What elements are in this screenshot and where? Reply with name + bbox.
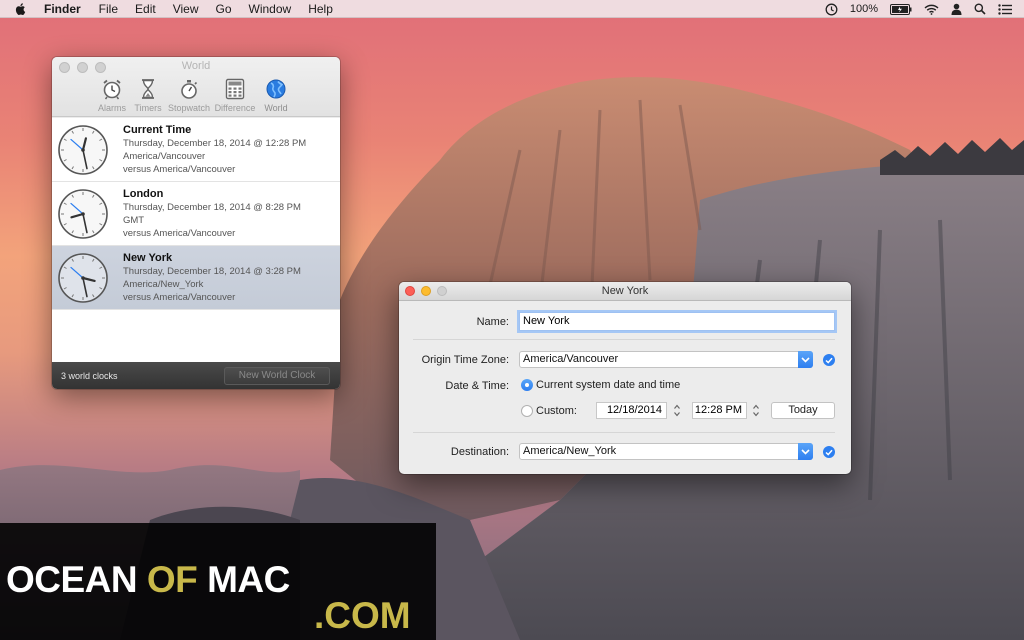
toolbar-difference[interactable]: Difference [212,77,258,113]
battery-percent[interactable]: 100% [850,3,878,15]
menu-edit[interactable]: Edit [135,0,156,18]
list-item[interactable]: Current Time Thursday, December 18, 2014… [52,118,340,182]
destination-confirm-check-icon[interactable] [823,446,835,458]
apple-icon[interactable] [14,2,28,16]
custom-time-label: Custom: [536,405,577,417]
spotlight-search-icon[interactable] [974,3,986,15]
current-time-radio[interactable] [521,379,533,391]
clock-center [81,276,85,280]
wifi-icon[interactable] [924,4,939,15]
time-machine-icon[interactable] [825,3,838,16]
clock-name: New York [123,252,173,264]
custom-time-field[interactable]: 12:28 PM [692,402,747,419]
clock-datetime: Thursday, December 18, 2014 @ 12:28 PM [123,138,307,149]
world-window-titlebar: World Alarms Timers Stopwatch Difference… [52,57,340,117]
separator [413,432,835,433]
watermark-banner: OCEAN OF MAC .COM [0,523,436,640]
hourglass-icon [142,79,154,99]
toolbar-stopwatch[interactable]: Stopwatch [166,77,212,113]
clock-datetime: Thursday, December 18, 2014 @ 3:28 PM [123,266,301,277]
menu-go[interactable]: Go [216,0,232,18]
time-stepper-icon[interactable] [752,402,760,419]
list-item[interactable]: New York Thursday, December 18, 2014 @ 3… [52,246,340,310]
editor-titlebar: New York [399,282,851,301]
clock-datetime: Thursday, December 18, 2014 @ 8:28 PM [123,202,301,213]
date-stepper-icon[interactable] [673,402,681,419]
toolbar-world-label: World [264,103,288,113]
notification-center-icon[interactable] [998,3,1012,15]
analog-clock-icon [58,253,108,303]
watermark-word-ocean: OCEAN [6,559,138,600]
menu-bar: Finder File Edit View Go Window Help 100… [0,0,1024,18]
clock-editor-window: New York Name: New York Origin Time Zone… [399,282,851,474]
menu-file[interactable]: File [99,0,118,18]
name-field[interactable]: New York [519,312,835,331]
menu-view[interactable]: View [173,0,199,18]
today-button[interactable]: Today [771,402,835,419]
origin-time-zone-label: Origin Time Zone: [421,354,509,366]
battery-icon[interactable] [890,3,912,15]
list-item[interactable]: London Thursday, December 18, 2014 @ 8:2… [52,182,340,246]
analog-clock-icon [58,189,108,239]
origin-time-zone-select[interactable]: America/Vancouver [519,351,813,368]
menu-app-name[interactable]: Finder [44,0,81,18]
destination-select[interactable]: America/New_York [519,443,813,460]
toolbar-timers-label: Timers [134,103,162,113]
clock-versus: versus America/Vancouver [123,292,236,303]
chevron-down-icon [798,443,813,460]
clock-zone: America/Vancouver [123,151,206,162]
world-clock-window: World Alarms Timers Stopwatch Difference… [52,57,340,389]
watermark-word-of: OF [146,559,198,600]
current-time-label: Current system date and time [536,379,681,391]
watermark-word-mac: MAC [207,559,290,600]
analog-clock-icon [58,125,108,175]
world-clock-list: Current Time Thursday, December 18, 2014… [52,118,340,362]
origin-time-zone-value: America/Vancouver [523,353,619,365]
stopwatch-icon [181,80,198,99]
toolbar-stopwatch-label: Stopwatch [167,103,211,113]
clock-zone: GMT [123,215,145,226]
clock-text: Current Time Thursday, December 18, 2014… [123,124,306,176]
destination-value: America/New_York [523,445,617,457]
date-time-label: Date & Time: [445,380,509,392]
new-world-clock-button[interactable]: New World Clock [224,367,330,385]
clock-text: New York Thursday, December 18, 2014 @ 3… [123,252,301,304]
chevron-down-icon [798,351,813,368]
clock-zone: America/New_York [123,279,204,290]
toolbar-difference-label: Difference [214,103,256,113]
globe-icon [266,79,286,99]
origin-confirm-check-icon[interactable] [823,354,835,366]
calculator-icon [225,78,245,100]
alarm-clock-icon [103,79,121,100]
custom-date-field[interactable]: 12/18/2014 [596,402,667,419]
name-label: Name: [476,316,509,328]
clock-versus: versus America/Vancouver [123,228,236,239]
window-title: New York [601,285,649,297]
clock-versus: versus America/Vancouver [123,164,236,175]
clock-name: Current Time [123,124,192,136]
destination-label: Destination: [450,446,509,458]
clock-center [81,212,85,216]
toolbar-alarms-label: Alarms [97,103,126,113]
menu-help[interactable]: Help [308,0,333,18]
clock-center [81,148,85,152]
watermark-suffix: .COM [314,595,411,636]
window-title: World [181,60,211,72]
toolbar-alarms[interactable]: Alarms [94,77,130,113]
user-icon[interactable] [951,3,962,15]
toolbar-world[interactable]: World [258,77,294,113]
watermark-logo-text: OCEAN OF MAC [6,559,290,601]
world-window-footer: 3 world clocks New World Clock [52,362,340,389]
toolbar: Alarms Timers Stopwatch Difference World [94,77,294,113]
editor-form: Name: New York Origin Time Zone: America… [399,301,851,474]
menu-window[interactable]: Window [249,0,292,18]
clock-text: London Thursday, December 18, 2014 @ 8:2… [123,188,301,240]
separator [413,339,835,340]
clock-count-label: 3 world clocks [61,370,118,381]
custom-time-radio[interactable] [521,405,533,417]
clock-name: London [123,188,164,200]
toolbar-timers[interactable]: Timers [130,77,166,113]
